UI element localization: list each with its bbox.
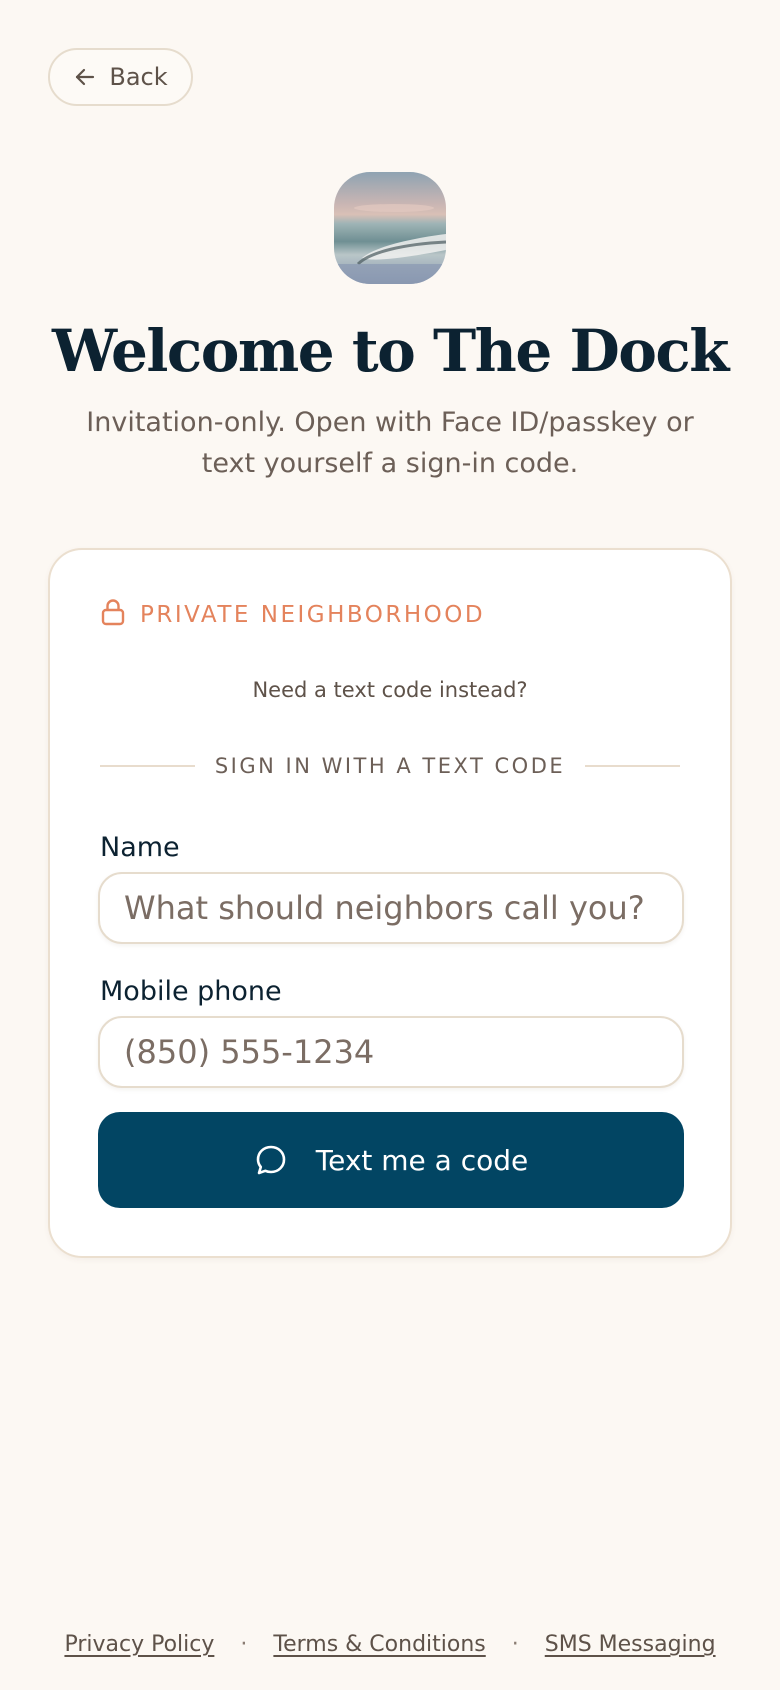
phone-label: Mobile phone: [100, 976, 282, 1007]
arrow-left-icon: [73, 65, 97, 89]
name-label: Name: [100, 832, 180, 863]
divider-line-right: [585, 765, 680, 767]
text-me-code-button[interactable]: Text me a code: [98, 1112, 684, 1208]
divider-text: SIGN IN WITH A TEXT CODE: [214, 754, 566, 778]
footer-separator: ·: [511, 1632, 519, 1657]
footer-separator: ·: [240, 1632, 248, 1657]
page-subtitle: Invitation-only. Open with Face ID/passk…: [86, 407, 694, 479]
back-button[interactable]: Back: [48, 48, 193, 106]
sms-messaging-link[interactable]: SMS Messaging: [545, 1632, 716, 1657]
terms-conditions-link[interactable]: Terms & Conditions: [273, 1632, 485, 1657]
text-code-link[interactable]: Need a text code instead?: [50, 678, 730, 702]
submit-label: Text me a code: [315, 1143, 529, 1177]
badge-text: PRIVATE NEIGHBORHOOD: [140, 602, 486, 628]
divider: SIGN IN WITH A TEXT CODE: [100, 754, 680, 778]
lock-icon: [100, 598, 126, 632]
footer: Privacy Policy · Terms & Conditions · SM…: [0, 1632, 780, 1657]
privacy-policy-link[interactable]: Privacy Policy: [64, 1632, 214, 1657]
page-title: Welcome to The Dock: [52, 317, 729, 385]
back-label: Back: [109, 63, 168, 91]
private-badge: PRIVATE NEIGHBORHOOD: [100, 598, 485, 632]
sign-in-card: PRIVATE NEIGHBORHOOD Need a text code in…: [48, 548, 732, 1258]
divider-line-left: [100, 765, 195, 767]
beach-shoreline-app-icon: [334, 172, 446, 284]
phone-input[interactable]: [98, 1016, 684, 1088]
chat-bubble-icon: [254, 1143, 288, 1177]
name-input[interactable]: [98, 872, 684, 944]
